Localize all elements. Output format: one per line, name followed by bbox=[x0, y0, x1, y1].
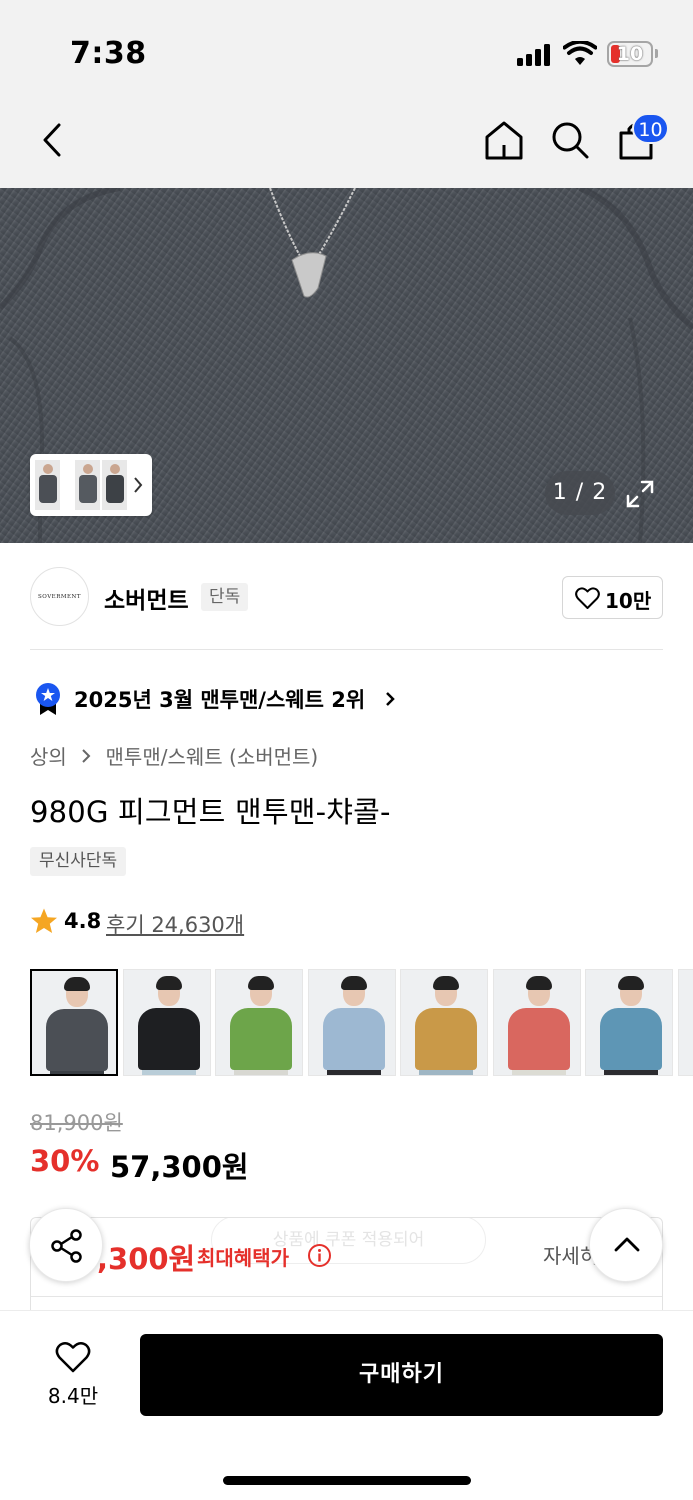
buy-button[interactable]: 구매하기 bbox=[140, 1334, 663, 1416]
image-thumbnail-strip[interactable] bbox=[30, 454, 152, 516]
color-options bbox=[30, 969, 693, 1077]
home-icon[interactable] bbox=[479, 115, 529, 165]
rating-score: 4.8 bbox=[64, 909, 102, 933]
back-icon[interactable] bbox=[28, 115, 78, 165]
color-swatch-sky-blue[interactable] bbox=[307, 969, 396, 1076]
wishlist-button[interactable]: 8.4만 bbox=[30, 1337, 116, 1415]
top-nav bbox=[0, 100, 693, 188]
color-swatch-beige[interactable] bbox=[677, 969, 693, 1076]
breadcrumb-category[interactable]: 상의 bbox=[30, 741, 67, 770]
battery-level: 10 bbox=[616, 43, 644, 65]
heart-icon bbox=[55, 1341, 91, 1373]
exclusive-badge: 무신사단독 bbox=[30, 847, 127, 876]
star-icon bbox=[31, 908, 57, 933]
scroll-top-button[interactable] bbox=[589, 1208, 663, 1282]
color-swatch-mustard[interactable] bbox=[400, 969, 488, 1076]
wishlist-count: 8.4만 bbox=[47, 1384, 99, 1408]
breadcrumb-subcategory[interactable]: 맨투맨/스웨트 (소버먼트) bbox=[106, 741, 319, 770]
brand-like-button[interactable]: 10만 bbox=[562, 576, 663, 619]
review-count-link[interactable]: 후기 24,630개 bbox=[106, 909, 244, 939]
sale-price: 57,300원 bbox=[110, 1150, 249, 1184]
brand-name[interactable]: 소버먼트 bbox=[104, 581, 189, 615]
cart-count-badge: 10 bbox=[632, 113, 669, 144]
wifi-icon bbox=[563, 41, 597, 65]
search-icon[interactable] bbox=[545, 115, 595, 165]
benefit-price: ,300원 bbox=[97, 1242, 196, 1276]
brand-row: SOVERMENT 소버먼트 단독 10만 bbox=[0, 543, 693, 650]
share-button[interactable] bbox=[29, 1208, 103, 1282]
benefit-label: 최대혜택가 bbox=[197, 1246, 289, 1270]
chevron-right-icon bbox=[134, 477, 143, 493]
color-swatch-coral[interactable] bbox=[492, 969, 581, 1076]
bottom-action-bar: 8.4만 구매하기 bbox=[0, 1310, 693, 1500]
brand-like-count: 10만 bbox=[605, 589, 652, 613]
expand-icon[interactable] bbox=[622, 476, 658, 512]
image-counter: 1 / 2 bbox=[545, 471, 615, 515]
chevron-right-icon bbox=[82, 748, 91, 763]
original-price: 81,900원 bbox=[30, 1111, 123, 1135]
color-swatch-charcoal[interactable] bbox=[30, 969, 118, 1076]
color-swatch-green[interactable] bbox=[215, 969, 303, 1076]
ranking-text: 2025년 3월 맨투맨/스웨트 2위 bbox=[74, 688, 366, 712]
thumbnail-2 bbox=[75, 460, 100, 510]
color-swatch-black[interactable] bbox=[122, 969, 211, 1076]
battery-nub bbox=[655, 49, 658, 58]
discount-rate: 30% bbox=[30, 1144, 100, 1178]
share-icon bbox=[51, 1229, 82, 1263]
chevron-right-icon bbox=[386, 692, 395, 706]
heart-icon bbox=[575, 587, 600, 609]
signal-icon bbox=[517, 44, 553, 66]
battery-icon: 10 bbox=[607, 41, 653, 67]
breadcrumb: 상의 맨투맨/스웨트 (소버먼트) bbox=[30, 741, 318, 770]
brand-exclusive-tag: 단독 bbox=[201, 583, 249, 611]
thumbnail-3 bbox=[102, 460, 127, 510]
status-time: 7:38 bbox=[70, 36, 147, 71]
ranking-link[interactable]: 2025년 3월 맨투맨/스웨트 2위 bbox=[30, 680, 430, 718]
color-swatch-blue[interactable] bbox=[585, 969, 673, 1076]
thumbnail-1 bbox=[35, 460, 60, 510]
product-title: 980G 피그먼트 맨투맨-챠콜- bbox=[30, 795, 391, 829]
status-bar: 7:38 10 bbox=[0, 0, 693, 100]
info-icon[interactable] bbox=[307, 1243, 332, 1268]
divider bbox=[31, 1296, 662, 1297]
brand-logo[interactable]: SOVERMENT bbox=[30, 567, 89, 626]
ranking-badge-icon bbox=[36, 683, 60, 715]
divider bbox=[30, 649, 663, 650]
chevron-up-icon bbox=[614, 1237, 640, 1252]
home-indicator bbox=[223, 1476, 471, 1485]
